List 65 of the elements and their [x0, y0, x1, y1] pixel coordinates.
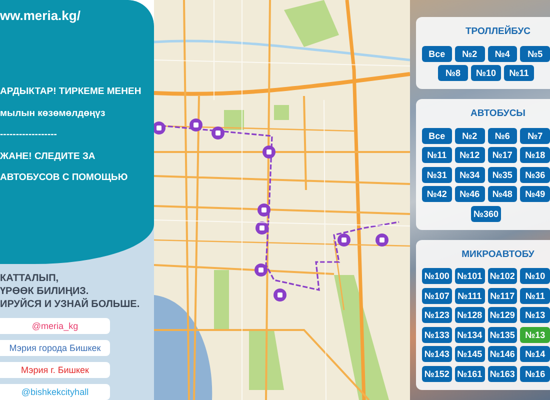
route-button[interactable]: №2	[454, 128, 484, 144]
card-title: ТРОЛЛЕЙБУС	[464, 26, 532, 37]
route-button[interactable]: №2	[454, 46, 484, 62]
route-button[interactable]: №129	[488, 307, 518, 323]
route-button[interactable]: №133	[422, 326, 452, 342]
route-button[interactable]: №145	[454, 346, 484, 362]
card-title: МИКРОАВТОБУ	[460, 248, 536, 260]
route-button[interactable]: Все	[422, 46, 452, 62]
route-button[interactable]: №13	[520, 326, 550, 342]
website-url: ww.meria.kg/	[0, 8, 82, 23]
route-button[interactable]: №102	[488, 268, 518, 284]
route-button[interactable]: №143	[422, 346, 452, 362]
route-button[interactable]: №31	[422, 166, 452, 182]
route-button[interactable]: №36	[520, 166, 550, 182]
route-button[interactable]: №123	[422, 307, 452, 323]
promo-text: ИРУЙСЯ И УЗНАЙ БОЛЬШЕ.	[0, 298, 141, 311]
promo-text: АВТОБУСОВ С ПОМОЩЬЮ	[0, 171, 129, 185]
route-button[interactable]: №7	[520, 128, 550, 144]
route-button[interactable]: №135	[488, 326, 518, 342]
promo-text: АРДЫКТАР! ТИРКЕМЕ МЕНЕН	[0, 85, 142, 99]
social-link[interactable]: @meria_kg	[0, 318, 110, 334]
route-button[interactable]: №360	[471, 206, 501, 222]
promo-text: ЖАНЕ! СЛЕДИТЕ ЗА	[0, 150, 96, 164]
social-link[interactable]: @bishkekcityhall	[0, 384, 110, 400]
route-button[interactable]: Все	[422, 128, 452, 144]
route-button[interactable]: №4	[488, 46, 518, 62]
promo-text: ------------------	[0, 128, 58, 142]
route-button[interactable]: №42	[422, 186, 452, 202]
route-button[interactable]: №6	[488, 128, 518, 144]
route-button[interactable]: №16	[520, 366, 550, 382]
map-drawing[interactable]	[154, 0, 410, 400]
social-link[interactable]: Мэрия г. Бишкек	[0, 362, 110, 378]
route-button[interactable]: №117	[488, 288, 518, 304]
route-button[interactable]: №14	[520, 346, 550, 362]
route-button[interactable]: №5	[520, 46, 550, 62]
route-button[interactable]: №111	[454, 288, 484, 304]
route-button[interactable]: №18	[520, 147, 550, 163]
route-button[interactable]: №49	[520, 186, 550, 202]
route-button[interactable]: №152	[422, 366, 452, 382]
promo-text: КАТТАЛЫП,	[0, 272, 60, 285]
route-button[interactable]: №107	[422, 288, 452, 304]
route-button[interactable]: №134	[454, 326, 484, 342]
promo-text: ҮРӨӨК БИЛИҢИЗ.	[0, 285, 90, 298]
route-button[interactable]: №17	[488, 147, 518, 163]
route-button[interactable]: №12	[454, 147, 484, 163]
route-button[interactable]: №35	[488, 166, 518, 182]
route-button[interactable]: №163	[488, 366, 518, 382]
route-button[interactable]: №10	[520, 268, 550, 284]
card-title: АВТОБУСЫ	[470, 108, 526, 119]
social-link[interactable]: Мэрия города Бишкек	[0, 340, 110, 356]
route-button[interactable]: №128	[454, 307, 484, 323]
route-button[interactable]: №101	[454, 268, 484, 284]
route-button[interactable]: №100	[422, 268, 452, 284]
route-button[interactable]: №34	[454, 166, 484, 182]
route-button[interactable]: №11	[504, 65, 534, 81]
route-button[interactable]: №11	[422, 147, 452, 163]
route-button[interactable]: №8	[438, 65, 468, 81]
promo-text: мылын көзөмөлдөңүз	[0, 106, 106, 120]
route-button[interactable]: №11	[520, 288, 550, 304]
route-button[interactable]: №161	[454, 366, 484, 382]
route-button[interactable]: №10	[471, 65, 501, 81]
route-button[interactable]: №46	[454, 186, 484, 202]
route-button[interactable]: №48	[488, 186, 518, 202]
route-button[interactable]: №13	[520, 307, 550, 323]
route-button[interactable]: №146	[488, 346, 518, 362]
